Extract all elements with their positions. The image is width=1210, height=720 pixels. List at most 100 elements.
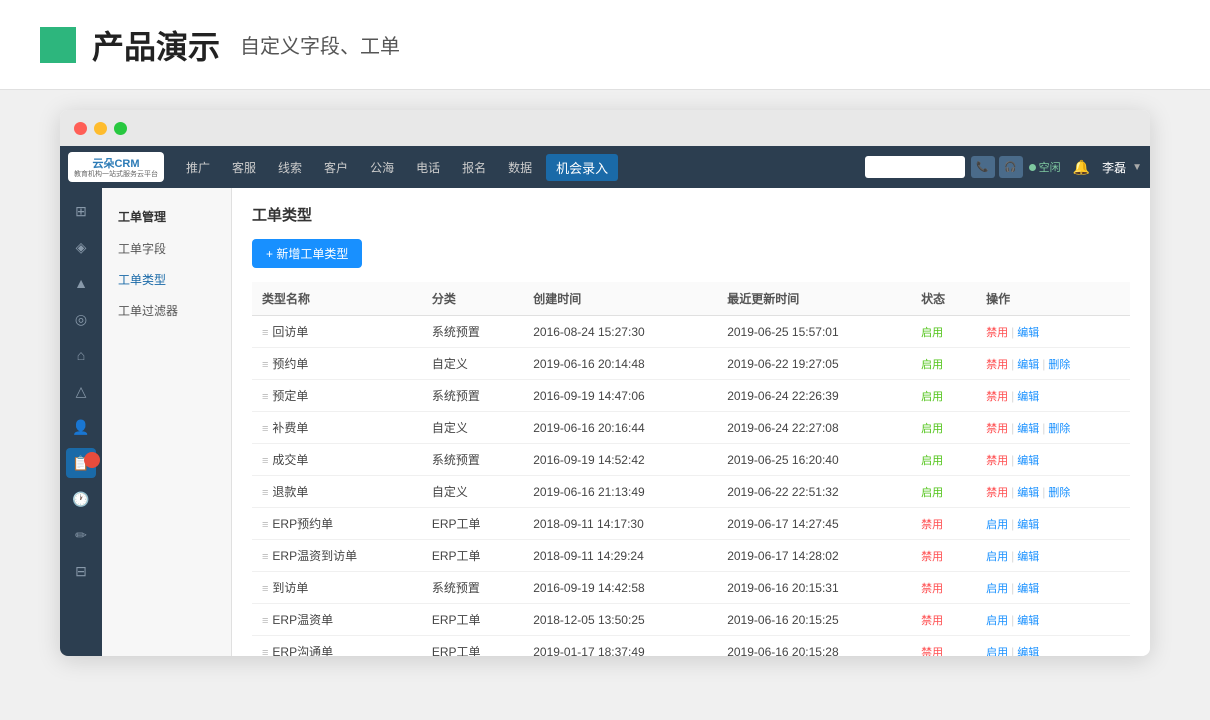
action-编辑[interactable]: 编辑 — [1017, 455, 1039, 467]
action-编辑[interactable]: 编辑 — [1017, 519, 1039, 531]
action-启用[interactable]: 启用 — [986, 583, 1008, 595]
sidebar-shield-icon[interactable]: ◈ — [66, 232, 96, 262]
cell-status: 禁用 — [911, 636, 976, 657]
sidebar-clock-icon[interactable]: 🕐 — [66, 484, 96, 514]
action-separator: | — [1011, 421, 1014, 435]
action-删除[interactable]: 删除 — [1048, 423, 1070, 435]
cell-name: ≡预约单 — [252, 348, 422, 380]
cell-updated: 2019-06-24 22:27:08 — [717, 412, 911, 444]
col-header-category: 分类 — [422, 282, 523, 316]
nav-item-shuju[interactable]: 数据 — [500, 155, 540, 180]
cell-status: 禁用 — [911, 604, 976, 636]
action-启用[interactable]: 启用 — [986, 647, 1008, 657]
action-启用[interactable]: 启用 — [986, 519, 1008, 531]
col-header-created: 创建时间 — [523, 282, 717, 316]
action-separator: | — [1042, 357, 1045, 371]
red-indicator — [84, 452, 100, 468]
nav-item-kefu[interactable]: 客服 — [224, 155, 264, 180]
table-header-row: 类型名称 分类 创建时间 最近更新时间 状态 操作 — [252, 282, 1130, 316]
table-row: ≡回访单系统预置2016-08-24 15:27:302019-06-25 15… — [252, 316, 1130, 348]
left-menu-item-workorder-field[interactable]: 工单字段 — [102, 233, 231, 264]
cell-name: ≡到访单 — [252, 572, 422, 604]
action-编辑[interactable]: 编辑 — [1017, 615, 1039, 627]
nav-item-baoming[interactable]: 报名 — [454, 155, 494, 180]
action-禁用[interactable]: 禁用 — [986, 391, 1008, 403]
action-编辑[interactable]: 编辑 — [1017, 647, 1039, 657]
action-separator: | — [1011, 517, 1014, 531]
table-row: ≡成交单系统预置2016-09-19 14:52:422019-06-25 16… — [252, 444, 1130, 476]
drag-icon: ≡ — [262, 519, 268, 531]
drag-icon: ≡ — [262, 551, 268, 563]
cell-name: ≡预定单 — [252, 380, 422, 412]
action-启用[interactable]: 启用 — [986, 551, 1008, 563]
cell-name: ≡ERP温资单 — [252, 604, 422, 636]
left-menu-item-workorder-filter[interactable]: 工单过滤器 — [102, 295, 231, 326]
nav-item-dianhua[interactable]: 电话 — [408, 155, 448, 180]
close-dot[interactable] — [74, 122, 87, 135]
row-name: 成交单 — [272, 453, 308, 467]
nav-item-gonghai[interactable]: 公海 — [362, 155, 402, 180]
nav-headset-icon[interactable]: 🎧 — [999, 156, 1023, 178]
add-type-button[interactable]: + 新增工单类型 — [252, 239, 362, 268]
bell-icon[interactable]: 🔔 — [1073, 159, 1090, 176]
minimize-dot[interactable] — [94, 122, 107, 135]
cell-actions: 禁用|编辑 — [976, 316, 1130, 348]
action-禁用[interactable]: 禁用 — [986, 327, 1008, 339]
action-禁用[interactable]: 禁用 — [986, 359, 1008, 371]
cell-actions: 禁用|编辑 — [976, 380, 1130, 412]
cell-created: 2019-01-17 18:37:49 — [523, 636, 717, 657]
status-badge: 启用 — [921, 455, 943, 467]
nav-item-xiansu[interactable]: 线索 — [270, 155, 310, 180]
col-header-updated: 最近更新时间 — [717, 282, 911, 316]
sidebar-tag-icon[interactable]: ✏ — [66, 520, 96, 550]
action-删除[interactable]: 删除 — [1048, 487, 1070, 499]
drag-icon: ≡ — [262, 583, 268, 595]
sidebar-building-icon[interactable]: ⌂ — [66, 340, 96, 370]
action-编辑[interactable]: 编辑 — [1017, 583, 1039, 595]
action-删除[interactable]: 删除 — [1048, 359, 1070, 371]
top-banner: 产品演示 自定义字段、工单 — [0, 0, 1210, 90]
action-编辑[interactable]: 编辑 — [1017, 487, 1039, 499]
action-编辑[interactable]: 编辑 — [1017, 551, 1039, 563]
action-禁用[interactable]: 禁用 — [986, 487, 1008, 499]
nav-search-input[interactable] — [865, 156, 965, 178]
action-separator: | — [1011, 453, 1014, 467]
action-编辑[interactable]: 编辑 — [1017, 327, 1039, 339]
nav-item-kehu[interactable]: 客户 — [316, 155, 356, 180]
status-dot — [1029, 164, 1036, 171]
action-separator: | — [1011, 389, 1014, 403]
nav-item-tuiguang[interactable]: 推广 — [178, 155, 218, 180]
sidebar-folder-icon[interactable]: ⊟ — [66, 556, 96, 586]
sidebar-home-icon[interactable]: ⊞ — [66, 196, 96, 226]
table-row: ≡补费单自定义2019-06-16 20:16:442019-06-24 22:… — [252, 412, 1130, 444]
cell-category: 系统预置 — [422, 444, 523, 476]
nav-phone-icon[interactable]: 📞 — [971, 156, 995, 178]
main-content: 工单类型 + 新增工单类型 类型名称 分类 创建时间 最近更新时间 状态 操作 — [232, 188, 1150, 656]
cell-created: 2018-09-11 14:29:24 — [523, 540, 717, 572]
action-编辑[interactable]: 编辑 — [1017, 423, 1039, 435]
nav-item-active[interactable]: 机会录入 — [546, 154, 618, 181]
data-table: 类型名称 分类 创建时间 最近更新时间 状态 操作 ≡回访单系统预置2016-0… — [252, 282, 1130, 656]
action-separator: | — [1042, 485, 1045, 499]
cell-category: ERP工单 — [422, 508, 523, 540]
cell-status: 启用 — [911, 316, 976, 348]
chevron-down-icon[interactable]: ▼ — [1132, 162, 1142, 173]
action-禁用[interactable]: 禁用 — [986, 455, 1008, 467]
left-menu-item-workorder-type[interactable]: 工单类型 — [102, 264, 231, 295]
cell-actions: 禁用|编辑|删除 — [976, 412, 1130, 444]
action-编辑[interactable]: 编辑 — [1017, 391, 1039, 403]
maximize-dot[interactable] — [114, 122, 127, 135]
row-name: 预定单 — [272, 389, 308, 403]
action-启用[interactable]: 启用 — [986, 615, 1008, 627]
sidebar-alert-icon[interactable]: △ — [66, 376, 96, 406]
nav-user[interactable]: 李磊 — [1102, 159, 1126, 176]
row-name: ERP温资到访单 — [272, 549, 357, 563]
table-row: ≡ERP温资到访单ERP工单2018-09-11 14:29:242019-06… — [252, 540, 1130, 572]
table-row: ≡到访单系统预置2016-09-19 14:42:582019-06-16 20… — [252, 572, 1130, 604]
action-编辑[interactable]: 编辑 — [1017, 359, 1039, 371]
sidebar-chart-icon[interactable]: ▲ — [66, 268, 96, 298]
sidebar-user-icon[interactable]: 👤 — [66, 412, 96, 442]
action-禁用[interactable]: 禁用 — [986, 423, 1008, 435]
sidebar-location-icon[interactable]: ◎ — [66, 304, 96, 334]
cell-created: 2016-08-24 15:27:30 — [523, 316, 717, 348]
